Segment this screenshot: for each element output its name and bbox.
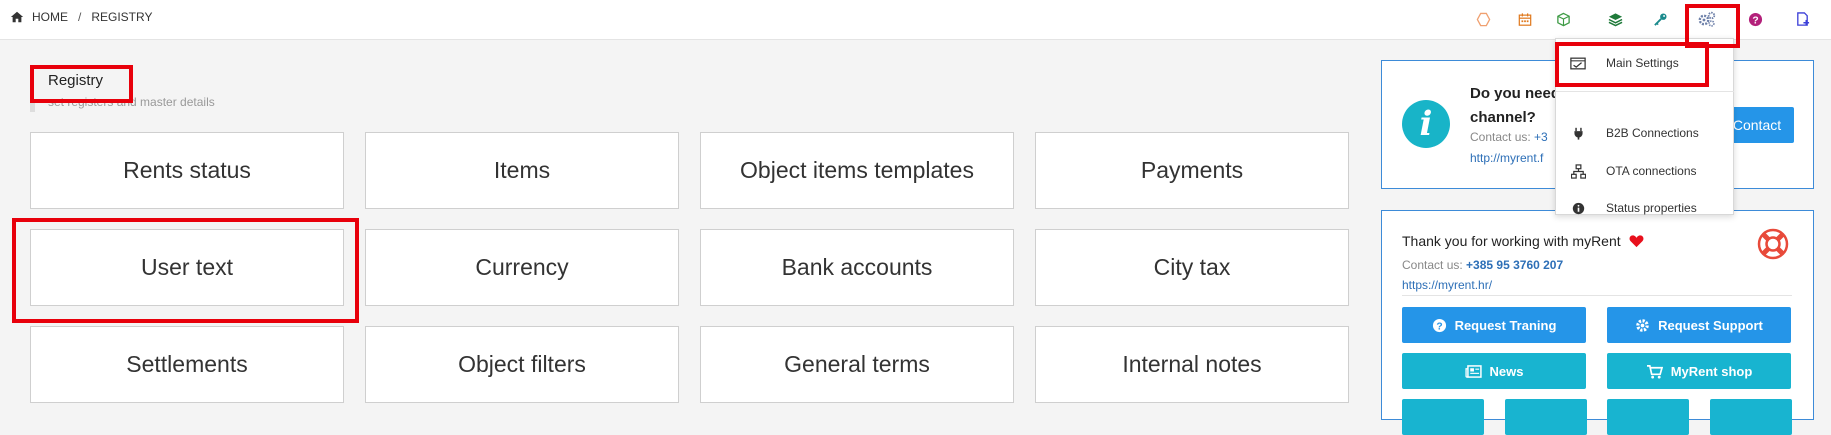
breadcrumb: HOME / REGISTRY — [10, 10, 152, 24]
extra-button-4[interactable] — [1710, 399, 1792, 435]
heart-icon — [1629, 235, 1644, 248]
calendar-icon[interactable] — [1515, 9, 1535, 29]
tile-city-tax[interactable]: City tax — [1035, 229, 1349, 306]
lifebuoy-icon — [1757, 228, 1789, 260]
tile-items[interactable]: Items — [365, 132, 679, 209]
thanks-contact: Contact us: +385 95 3760 207 — [1402, 258, 1564, 272]
sitemap-icon — [1570, 163, 1586, 179]
newspaper-icon — [1464, 364, 1482, 378]
tile-user-text[interactable]: User text — [30, 229, 344, 306]
myrent-shop-button[interactable]: MyRent shop — [1607, 353, 1791, 389]
cart-icon — [1646, 364, 1663, 379]
heading-marker — [30, 100, 35, 112]
tile-rents-status[interactable]: Rents status — [30, 132, 344, 209]
menu-item-status-properties[interactable]: Status properties — [1556, 190, 1734, 226]
info-circle-icon — [1570, 200, 1586, 216]
help-contact: Contact us: +3 — [1470, 130, 1548, 144]
question-icon[interactable]: ? — [1745, 9, 1765, 29]
tile-payments[interactable]: Payments — [1035, 132, 1349, 209]
thanks-divider — [1402, 295, 1792, 296]
info-icon: i — [1402, 100, 1450, 148]
svg-text:?: ? — [1436, 321, 1442, 332]
hexagon-icon[interactable] — [1473, 9, 1493, 29]
request-training-button[interactable]: ? Request Traning — [1402, 307, 1586, 343]
help-link[interactable]: http://myrent.f — [1470, 151, 1543, 165]
menu-item-b2b-connections[interactable]: B2B Connections — [1556, 115, 1734, 151]
thanks-title: Thank you for working with myRent — [1402, 233, 1644, 249]
breadcrumb-separator: / — [78, 10, 82, 24]
page-title: Registry — [48, 72, 104, 89]
top-bar: HOME / REGISTRY ? — [0, 0, 1831, 40]
settings-dropdown: Main Settings B2B Connections OTA connec… — [1555, 38, 1734, 215]
page-subtitle: set registers and master details — [48, 95, 215, 109]
tile-object-filters[interactable]: Object filters — [365, 326, 679, 403]
menu-divider — [1556, 91, 1734, 92]
tile-general-terms[interactable]: General terms — [700, 326, 1014, 403]
extra-button-1[interactable] — [1402, 399, 1484, 435]
thanks-link[interactable]: https://myrent.hr/ — [1402, 278, 1492, 292]
tile-object-items-templates[interactable]: Object items templates — [700, 132, 1014, 209]
gear-icon — [1636, 318, 1649, 332]
settings-window-icon — [1570, 55, 1586, 71]
cogs-icon[interactable] — [1697, 9, 1717, 29]
key-icon[interactable] — [1650, 9, 1670, 29]
breadcrumb-home[interactable]: HOME — [32, 10, 68, 24]
plug-icon — [1570, 125, 1586, 141]
news-button[interactable]: News — [1402, 353, 1586, 389]
extra-button-3[interactable] — [1607, 399, 1689, 435]
tile-internal-notes[interactable]: Internal notes — [1035, 326, 1349, 403]
tile-settlements[interactable]: Settlements — [30, 326, 344, 403]
menu-item-main-settings[interactable]: Main Settings — [1556, 45, 1734, 81]
menu-item-ota-connections[interactable]: OTA connections — [1556, 153, 1734, 189]
svg-text:?: ? — [1752, 15, 1758, 26]
question-circle-icon: ? — [1432, 318, 1446, 332]
breadcrumb-current: REGISTRY — [91, 10, 153, 24]
layers-icon[interactable] — [1605, 9, 1625, 29]
tile-bank-accounts[interactable]: Bank accounts — [700, 229, 1014, 306]
extra-button-2[interactable] — [1505, 399, 1587, 435]
help-panel-title: Do you need channel? — [1470, 85, 1561, 126]
request-support-button[interactable]: Request Support — [1607, 307, 1791, 343]
tile-currency[interactable]: Currency — [365, 229, 679, 306]
home-icon[interactable] — [10, 10, 24, 24]
add-document-icon[interactable] — [1792, 9, 1812, 29]
cube-icon[interactable] — [1553, 9, 1573, 29]
